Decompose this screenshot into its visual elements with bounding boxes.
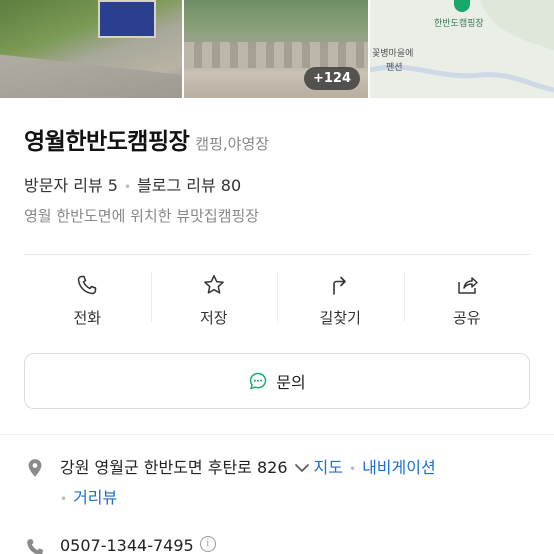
phone-icon [27,539,43,554]
directions-button[interactable]: 길찾기 [277,262,404,338]
info-icon[interactable]: i [199,536,216,552]
review-summary: 방문자 리뷰 5 • 블로그 리뷰 80 [24,172,241,196]
map-label-1: 꽃병마을에 [372,49,414,59]
address-text[interactable]: 강원 영월군 한반도면 후탄로 826 [60,458,288,477]
photo-entrance[interactable] [0,0,182,98]
divider [24,254,530,255]
map-link[interactable]: 지도 [314,458,343,477]
call-label: 전화 [73,308,102,327]
chat-icon [250,372,267,390]
blog-reviews-link[interactable]: 블로그 리뷰 80 [137,176,241,195]
place-description: 영월 한반도면에 위치한 뷰맛집캠핑장 [24,207,260,225]
directions-label: 길찾기 [319,308,361,327]
directions-icon [333,276,347,295]
photo-campsite[interactable]: +124 [184,0,368,98]
star-icon [204,274,224,294]
map-label-2: 펜션 [386,63,403,73]
share-label: 공유 [452,308,481,327]
phone-number[interactable]: 0507-1344-7495 [60,536,194,554]
entrance-sign-image [98,0,156,38]
share-icon [458,276,478,294]
address-row: 강원 영월군 한반도면 후탄로 826 지도 • 내비게이션 • 거리뷰 [24,454,530,513]
save-button[interactable]: 저장 [150,262,278,338]
visitor-reviews-link[interactable]: 방문자 리뷰 5 [24,176,118,195]
navigation-link[interactable]: 내비게이션 [362,458,436,477]
section-divider [0,434,554,435]
phone-icon [78,275,97,294]
separator-dot: • [123,180,132,194]
more-photos-badge[interactable]: +124 [303,67,360,90]
location-pin-icon [28,459,42,477]
map-thumbnail[interactable]: 한반도캠핑장 꽃병마을에 펜션 [370,0,554,98]
photo-strip: +124 한반도캠핑장 꽃병마을에 펜션 [0,0,554,98]
place-category: 캠핑,야영장 [195,135,270,153]
phone-row: 0507-1344-7495 i [24,536,216,554]
inquiry-label: 문의 [276,373,306,392]
place-header: 영월한반도캠핑장 캠핑,야영장 [24,122,269,156]
street-view-link[interactable]: 거리뷰 [73,488,117,507]
chevron-down-icon[interactable] [294,456,310,484]
share-button[interactable]: 공유 [403,262,531,338]
place-name: 영월한반도캠핑장 [24,129,190,155]
inquiry-button[interactable]: 문의 [24,353,530,409]
call-button[interactable]: 전화 [24,262,151,338]
save-label: 저장 [199,308,228,327]
action-bar: 전화 저장 길찾기 공유 [24,262,530,338]
map-label-place: 한반도캠핑장 [434,19,484,29]
